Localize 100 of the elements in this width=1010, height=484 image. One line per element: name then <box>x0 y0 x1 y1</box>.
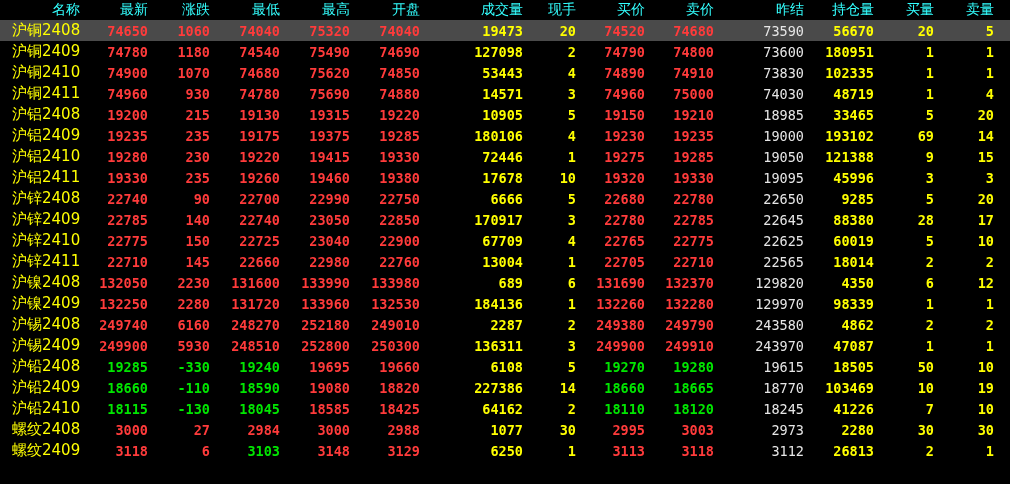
price-cell: 3148 <box>317 442 350 459</box>
contract-name: 沪锌2408 <box>11 189 81 208</box>
column-header[interactable]: 成交量 <box>481 1 523 19</box>
volume-cell: 1 <box>985 337 994 354</box>
contract-name: 螺纹2409 <box>11 441 81 460</box>
price-cell: 74680 <box>673 22 714 39</box>
quote-row[interactable]: 沪锌2409 22785 140 22740 23050 22850 170917 3 22780 22785 22645 88380 28 17 <box>0 209 1010 230</box>
price-cell: 18585 <box>309 400 350 417</box>
price-cell: 74800 <box>673 43 714 60</box>
price-cell: 19280 <box>673 358 714 375</box>
prev-close-cell: 18245 <box>763 400 804 417</box>
quote-row[interactable]: 沪铝2411 19330 235 19260 19460 19380 17678 10 19320 19330 19095 45996 3 3 <box>0 167 1010 188</box>
price-cell: 19240 <box>239 358 280 375</box>
quote-row[interactable]: 沪锌2411 22710 145 22660 22980 22760 13004 1 22705 22710 22565 18014 2 2 <box>0 251 1010 272</box>
price-cell: 19210 <box>673 106 714 123</box>
quote-row[interactable]: 沪铅2408 19285 -330 19240 19695 19660 6108 5 19270 19280 19615 18505 50 10 <box>0 356 1010 377</box>
volume-cell: 5 <box>567 106 576 123</box>
quote-row[interactable]: 沪锡2409 249900 5930 248510 252800 250300 136311 3 249900 249910 243970 47087 1 1 <box>0 335 1010 356</box>
volume-cell: 3 <box>567 337 576 354</box>
volume-cell: 56670 <box>833 22 874 39</box>
price-cell: 3003 <box>681 421 714 438</box>
prev-close-cell: 3112 <box>771 442 804 459</box>
quote-row[interactable]: 沪铜2411 74960 930 74780 75690 74880 14571 3 74960 75000 74030 48719 1 4 <box>0 83 1010 104</box>
column-header[interactable]: 开盘 <box>392 1 420 19</box>
quote-row[interactable]: 沪铜2408 74650 1060 74040 75320 74040 19473 20 74520 74680 73590 56670 20 5 <box>0 20 1010 41</box>
quote-row[interactable]: 螺纹2408 3000 27 2984 3000 2988 1077 30 2995 3003 2973 2280 30 30 <box>0 419 1010 440</box>
price-cell: 22700 <box>239 190 280 207</box>
price-cell: 75690 <box>309 85 350 102</box>
price-cell: 132050 <box>99 274 148 291</box>
column-header[interactable]: 持仓量 <box>832 1 874 19</box>
volume-cell: 9285 <box>841 190 874 207</box>
volume-cell: 19 <box>977 379 994 396</box>
column-header[interactable]: 卖价 <box>686 1 714 19</box>
contract-name: 沪锡2409 <box>11 336 81 355</box>
change-cell: 6 <box>201 442 210 459</box>
quote-row[interactable]: 螺纹2409 3118 6 3103 3148 3129 6250 1 3113 3118 3112 26813 2 1 <box>0 440 1010 461</box>
quote-row[interactable]: 沪铝2408 19200 215 19130 19315 19220 10905 5 19150 19210 18985 33465 5 20 <box>0 104 1010 125</box>
column-header[interactable]: 现手 <box>548 1 576 19</box>
volume-cell: 6 <box>925 274 934 291</box>
volume-cell: 5 <box>567 358 576 375</box>
volume-cell: 7 <box>925 400 934 417</box>
column-header[interactable]: 昨结 <box>776 1 804 19</box>
contract-name: 沪铜2408 <box>11 21 81 40</box>
price-cell: 22680 <box>604 190 645 207</box>
volume-cell: 1 <box>567 295 576 312</box>
column-header[interactable]: 名称 <box>52 1 80 19</box>
volume-cell: 193102 <box>825 127 874 144</box>
price-cell: 75490 <box>309 43 350 60</box>
price-cell: 18120 <box>673 400 714 417</box>
prev-close-cell: 243580 <box>755 316 804 333</box>
volume-cell: 26813 <box>833 442 874 459</box>
price-cell: 22780 <box>604 211 645 228</box>
column-header[interactable]: 买量 <box>906 1 934 19</box>
price-cell: 74540 <box>239 43 280 60</box>
price-cell: 19415 <box>309 148 350 165</box>
volume-cell: 1 <box>925 64 934 81</box>
quote-row[interactable]: 沪铜2410 74900 1070 74680 75620 74850 53443 4 74890 74910 73830 102335 1 1 <box>0 62 1010 83</box>
price-cell: 22785 <box>673 211 714 228</box>
quote-row[interactable]: 沪镍2408 132050 2230 131600 133990 133980 689 6 131690 132370 129820 4350 6 12 <box>0 272 1010 293</box>
quote-row[interactable]: 沪铝2409 19235 235 19175 19375 19285 180106 4 19230 19235 19000 193102 69 14 <box>0 125 1010 146</box>
quote-row[interactable]: 沪铅2409 18660 -110 18590 19080 18820 227386 14 18660 18665 18770 103469 10 19 <box>0 377 1010 398</box>
change-cell: 230 <box>185 148 210 165</box>
change-cell: -330 <box>177 358 210 375</box>
price-cell: 3129 <box>387 442 420 459</box>
price-cell: 74690 <box>379 43 420 60</box>
column-header[interactable]: 最低 <box>252 1 280 19</box>
volume-cell: 10 <box>559 169 576 186</box>
volume-cell: 13004 <box>482 253 523 270</box>
contract-name: 螺纹2408 <box>11 420 81 439</box>
quote-row[interactable]: 沪锡2408 249740 6160 248270 252180 249010 2287 2 249380 249790 243580 4862 2 2 <box>0 314 1010 335</box>
price-cell: 22980 <box>309 253 350 270</box>
volume-cell: 2 <box>985 316 994 333</box>
column-header[interactable]: 卖量 <box>966 1 994 19</box>
quote-row[interactable]: 沪镍2409 132250 2280 131720 133960 132530 184136 1 132260 132280 129970 98339 1 1 <box>0 293 1010 314</box>
contract-name: 沪锌2411 <box>11 252 81 271</box>
contract-name: 沪铅2410 <box>11 399 81 418</box>
price-cell: 22750 <box>379 190 420 207</box>
quote-row[interactable]: 沪铜2409 74780 1180 74540 75490 74690 127098 2 74790 74800 73600 180951 1 1 <box>0 41 1010 62</box>
column-header[interactable]: 买价 <box>617 1 645 19</box>
column-header[interactable]: 最高 <box>322 1 350 19</box>
change-cell: -110 <box>177 379 210 396</box>
contract-name: 沪锌2410 <box>11 231 81 250</box>
price-cell: 19220 <box>379 106 420 123</box>
quote-row[interactable]: 沪铅2410 18115 -130 18045 18585 18425 64162 2 18110 18120 18245 41226 7 10 <box>0 398 1010 419</box>
price-cell: 3000 <box>115 421 148 438</box>
prev-close-cell: 19000 <box>763 127 804 144</box>
volume-cell: 9 <box>925 148 934 165</box>
price-cell: 131690 <box>596 274 645 291</box>
volume-cell: 10 <box>977 400 994 417</box>
price-cell: 18820 <box>379 379 420 396</box>
column-header[interactable]: 涨跌 <box>182 1 210 19</box>
quote-row[interactable]: 沪铝2410 19280 230 19220 19415 19330 72446 1 19275 19285 19050 121388 9 15 <box>0 146 1010 167</box>
change-cell: 2230 <box>177 274 210 291</box>
price-cell: 18110 <box>604 400 645 417</box>
volume-cell: 184136 <box>474 295 523 312</box>
column-header[interactable]: 最新 <box>120 1 148 19</box>
quote-row[interactable]: 沪锌2410 22775 150 22725 23040 22900 67709 4 22765 22775 22625 60019 5 10 <box>0 230 1010 251</box>
price-cell: 2984 <box>247 421 280 438</box>
volume-cell: 4 <box>985 85 994 102</box>
quote-row[interactable]: 沪锌2408 22740 90 22700 22990 22750 6666 5 22680 22780 22650 9285 5 20 <box>0 188 1010 209</box>
